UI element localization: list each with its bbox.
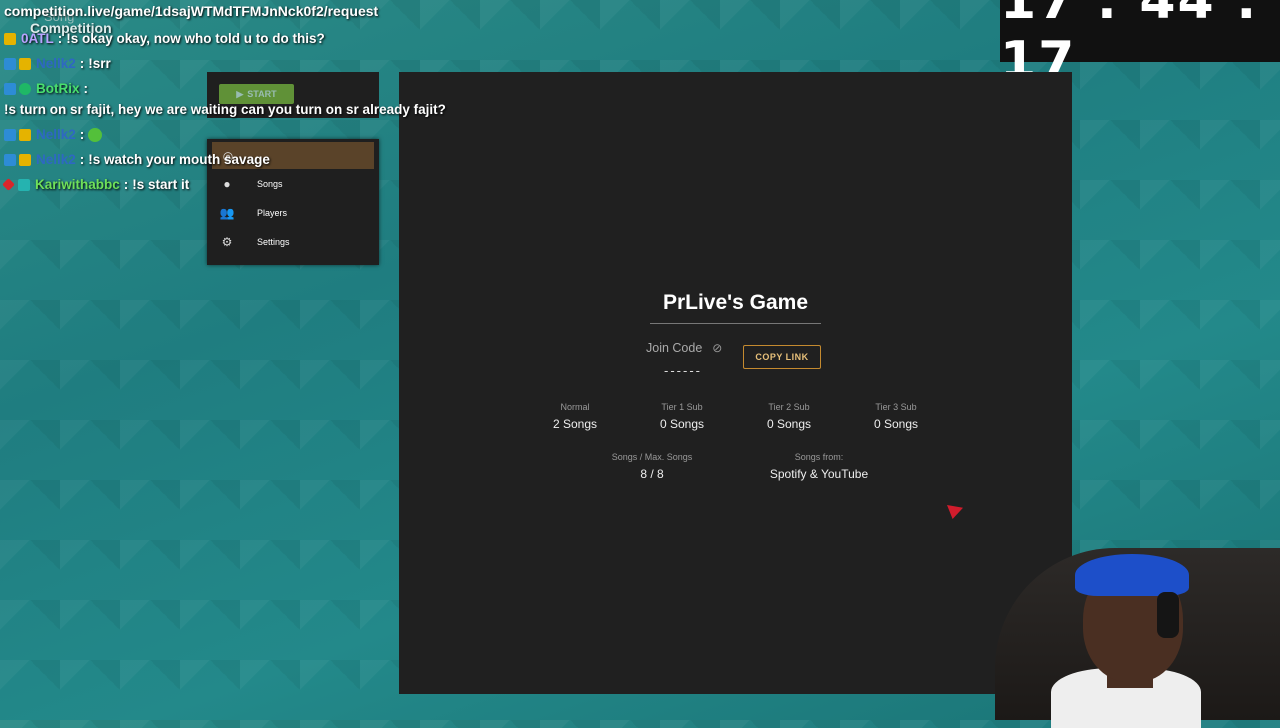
copy-link-button[interactable]: COPY LINK — [743, 345, 821, 369]
chat-text: !s start it — [132, 177, 190, 192]
prime-badge-icon — [4, 128, 16, 141]
chat-overlay: 0ATL : !s okay okay, now who told u to d… — [2, 28, 524, 199]
tier-normal: Normal 2 Songs — [525, 402, 625, 431]
tier-label: Tier 1 Sub — [661, 402, 703, 412]
max-songs-label: Songs / Max. Songs — [611, 452, 693, 462]
side-menu-item-players[interactable]: 👥 Players — [207, 198, 379, 227]
chat-username: 0ATL — [21, 31, 54, 46]
join-code-label: Join Code — [646, 341, 703, 355]
join-code-value: ------ — [664, 363, 702, 378]
chat-message: Nellk2 : !srr — [4, 53, 524, 74]
chat-username: Kariwithabbc — [35, 177, 120, 192]
webcam-figure-bandana — [1075, 554, 1189, 596]
tier-3-sub: Tier 3 Sub 0 Songs — [846, 402, 946, 431]
chat-username: BotRix — [36, 81, 80, 96]
side-menu-item-settings[interactable]: ⚙ Settings — [207, 227, 379, 256]
side-menu-label: Settings — [257, 236, 290, 247]
tier-label: Normal — [560, 402, 590, 412]
chat-username: Nellk2 — [36, 56, 76, 71]
verified-badge-icon — [19, 82, 31, 95]
chat-username: Nellk2 — [36, 152, 76, 167]
tier-2-sub: Tier 2 Sub 0 Songs — [739, 402, 839, 431]
cursor-icon — [947, 505, 963, 519]
tier-label: Tier 2 Sub — [768, 402, 810, 412]
users-icon: 👥 — [219, 205, 235, 220]
emote-icon — [88, 127, 103, 142]
prime-badge-icon — [4, 82, 16, 95]
prime-badge-icon — [4, 57, 16, 70]
crown-badge-icon — [19, 153, 31, 166]
chat-message: Nellk2 : !s watch your mouth savage — [4, 149, 524, 170]
prime-badge-icon — [4, 153, 16, 166]
chat-text: !s turn on sr fajit, hey we are waiting … — [4, 102, 446, 117]
join-code-row: Join Code ⊘ — [646, 341, 722, 355]
title-divider — [650, 323, 821, 324]
crown-badge-icon — [19, 57, 31, 70]
chat-message: 0ATL : !s okay okay, now who told u to d… — [4, 28, 524, 49]
song-sources-info: Songs from: Spotify & YouTube — [749, 452, 889, 481]
tier-value: 0 Songs — [659, 417, 705, 431]
song-sources-label: Songs from: — [794, 452, 844, 462]
tier-value: 0 Songs — [873, 417, 919, 431]
eye-off-icon[interactable]: ⊘ — [712, 341, 722, 355]
chat-text: !srr — [88, 56, 111, 71]
diamond-badge-icon — [2, 178, 15, 191]
tier-value: 0 Songs — [766, 417, 812, 431]
tier-1-sub: Tier 1 Sub 0 Songs — [632, 402, 732, 431]
crown-badge-icon — [4, 32, 16, 45]
chat-username: Nellk2 — [36, 127, 76, 142]
max-songs-value: 8 / 8 — [640, 467, 664, 481]
chat-text: !s okay okay, now who told u to do this? — [66, 31, 325, 46]
stream-clock: 17 : 44 : 17 — [1000, 0, 1280, 91]
crown-badge-icon — [19, 128, 31, 141]
side-menu-label: Players — [257, 207, 288, 218]
url-bar[interactable]: competition.live/game/1dsajWTMdTFMJnNck0… — [4, 3, 378, 19]
gear-icon: ⚙ — [221, 234, 233, 249]
headphones-icon — [1157, 592, 1179, 638]
tier-value: 2 Songs — [552, 417, 598, 431]
tier-label: Tier 3 Sub — [875, 402, 917, 412]
chat-message: Kariwithabbc : !s start it — [2, 174, 524, 195]
game-title: PrLive's Game — [662, 291, 809, 314]
chat-message: BotRix : !s turn on sr fajit, hey we are… — [4, 78, 524, 120]
song-sources-value: Spotify & YouTube — [769, 467, 869, 481]
max-songs-info: Songs / Max. Songs 8 / 8 — [582, 452, 722, 481]
sub-badge-icon — [18, 178, 30, 191]
chat-text: !s watch your mouth savage — [88, 152, 270, 167]
chat-message: Nellk2 : — [4, 124, 524, 145]
